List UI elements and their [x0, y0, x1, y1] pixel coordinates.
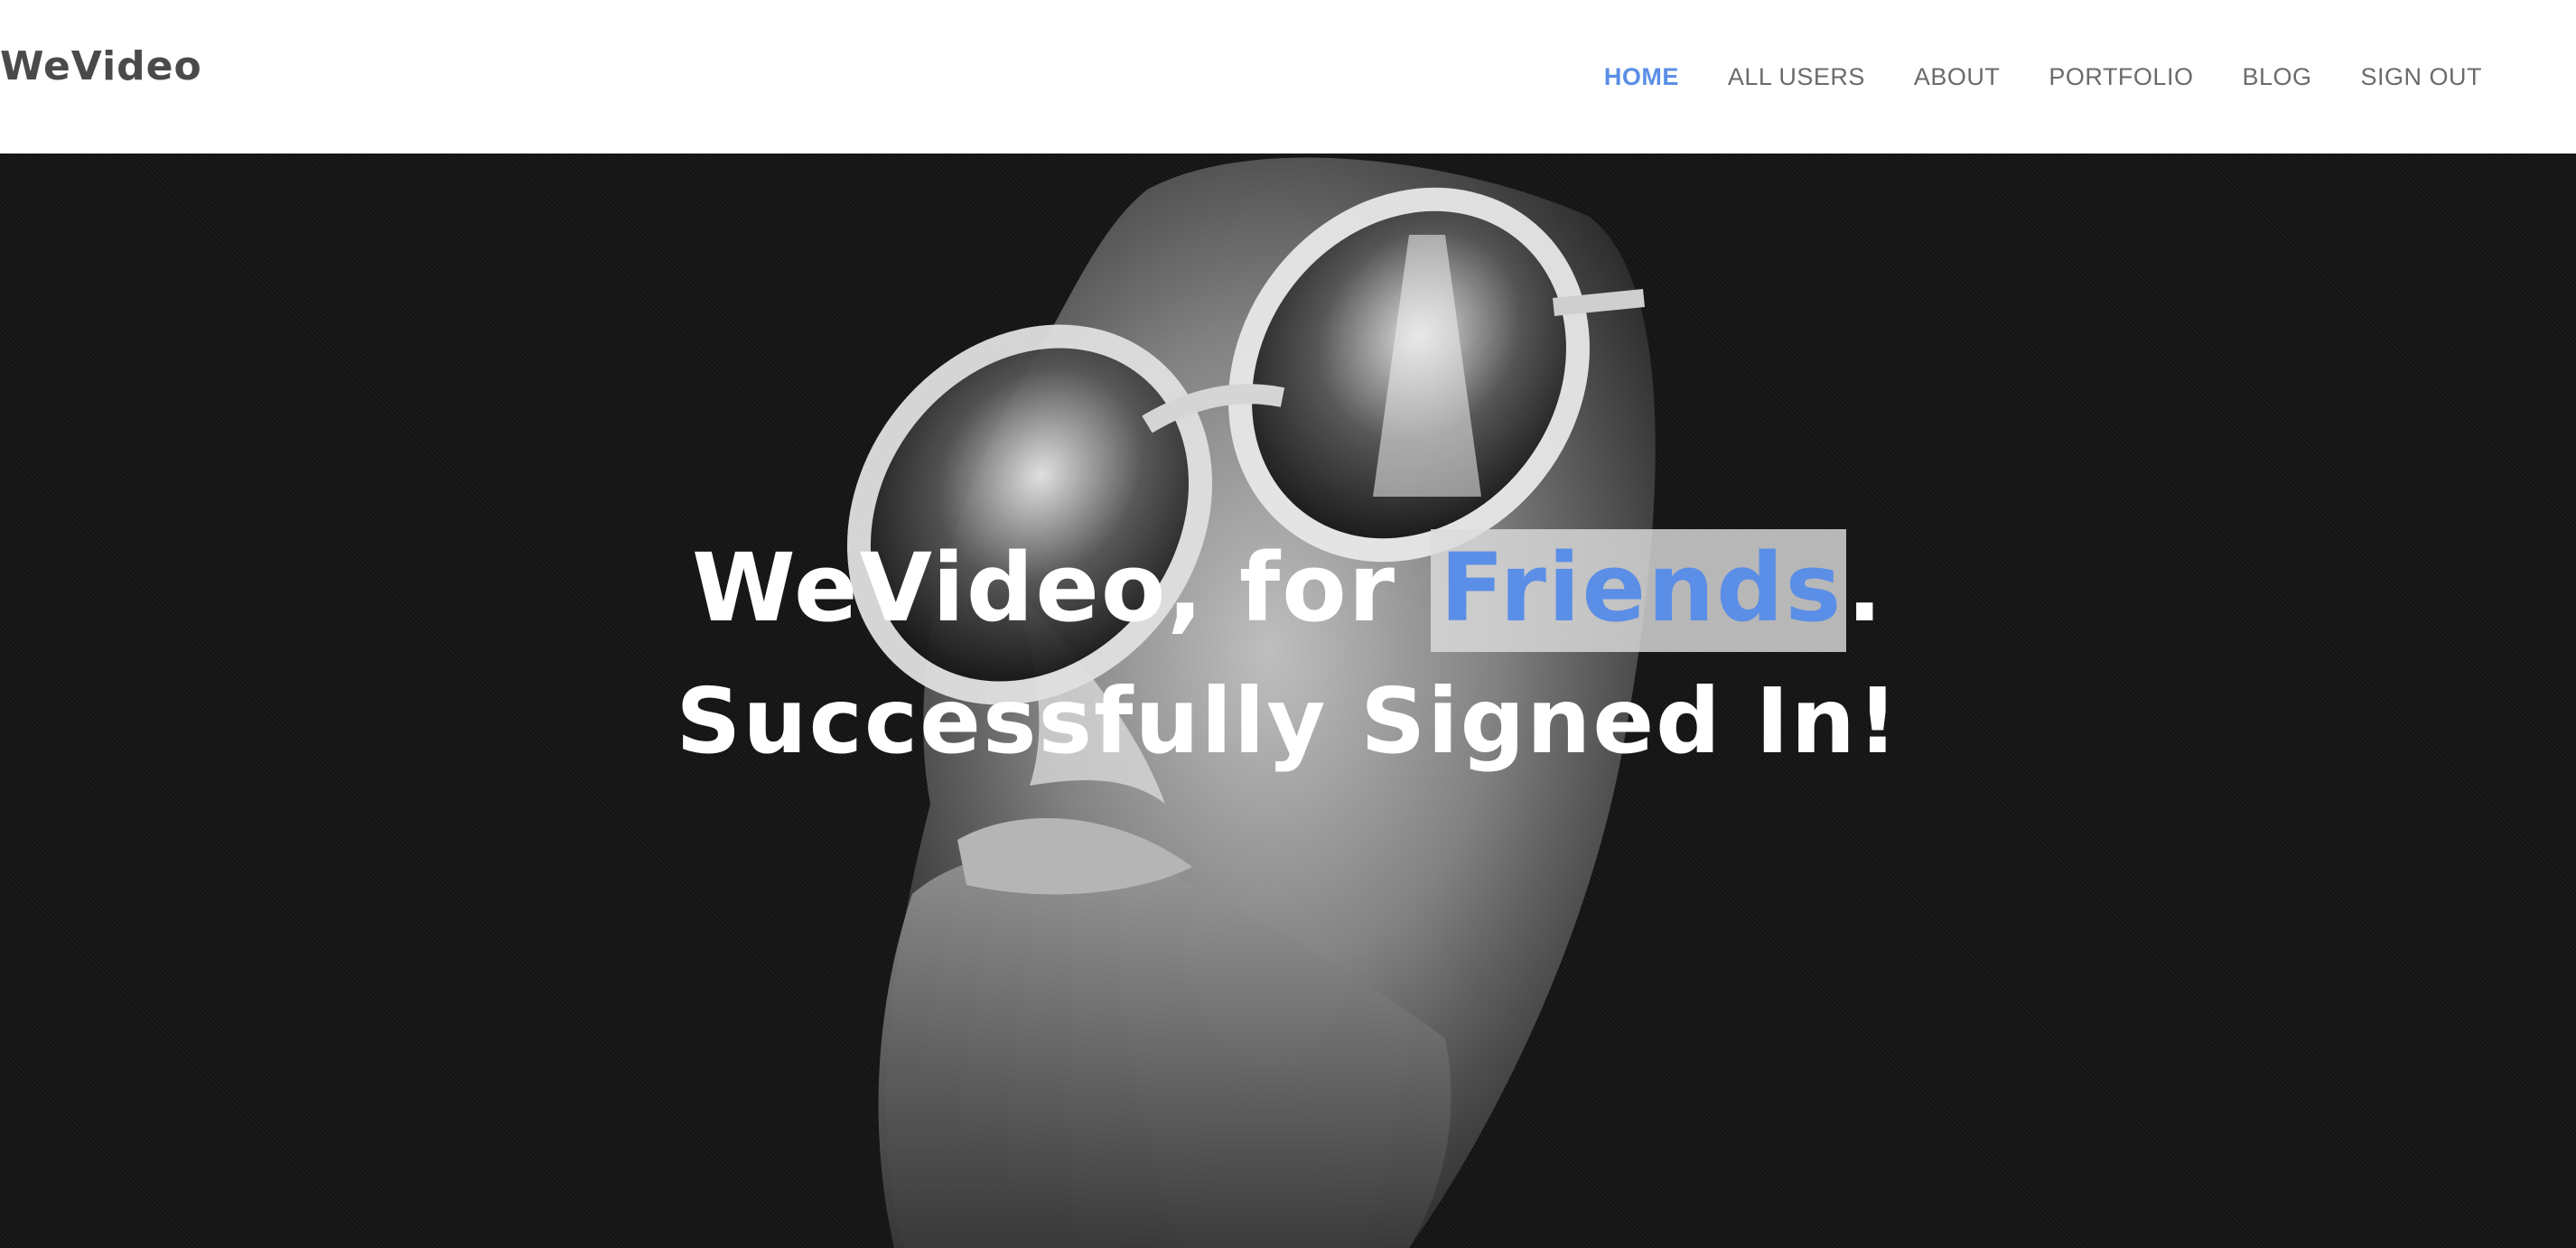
- hero-title-prefix: WeVideo, for: [692, 533, 1432, 643]
- nav-link-sign-out[interactable]: SIGN OUT: [2360, 63, 2482, 90]
- hero-subtitle: Successfully Signed In!: [676, 668, 1900, 774]
- nav-item-all-users: ALL USERS: [1728, 63, 1865, 91]
- nav-link-about[interactable]: ABOUT: [1914, 63, 2001, 90]
- hero-title: WeVideo, for Friends.: [0, 529, 2576, 652]
- nav-link-home[interactable]: HOME: [1604, 63, 1679, 90]
- main-nav: HOME ALL USERS ABOUT PORTFOLIO BLOG SIGN…: [1604, 63, 2482, 91]
- nav-item-blog: BLOG: [2242, 63, 2311, 91]
- hero-title-suffix: .: [1846, 533, 1884, 643]
- hero-section: WeVideo, for Friends. Successfully Signe…: [0, 154, 2576, 1248]
- nav-item-portfolio: PORTFOLIO: [2049, 63, 2193, 91]
- nav-item-home: HOME: [1604, 63, 1679, 91]
- nav-link-portfolio[interactable]: PORTFOLIO: [2049, 63, 2193, 90]
- brand-logo[interactable]: WeVideo: [0, 43, 202, 89]
- nav-link-blog[interactable]: BLOG: [2242, 63, 2311, 90]
- nav-item-sign-out: SIGN OUT: [2360, 63, 2482, 91]
- hero-title-highlight: Friends: [1431, 529, 1847, 652]
- top-navbar: WeVideo HOME ALL USERS ABOUT PORTFOLIO B…: [0, 0, 2576, 154]
- nav-item-about: ABOUT: [1914, 63, 2001, 91]
- nav-link-all-users[interactable]: ALL USERS: [1728, 63, 1865, 90]
